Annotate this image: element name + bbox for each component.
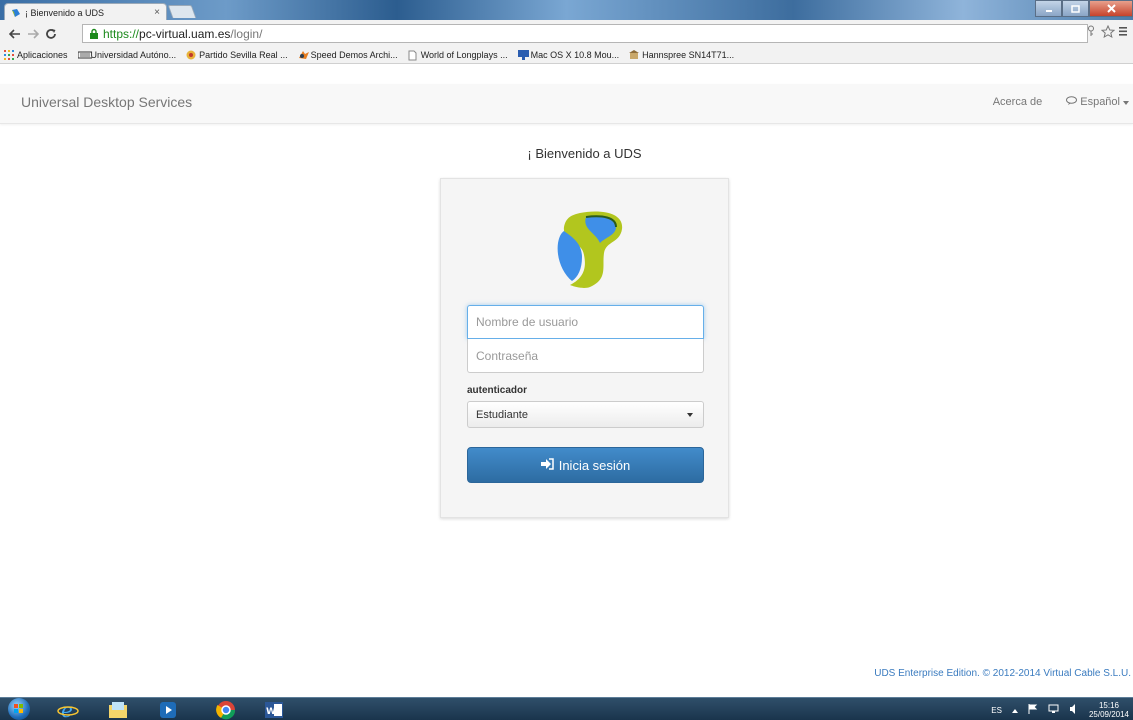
clock-time: 15:16	[1098, 701, 1119, 710]
username-placeholder: Nombre de usuario	[476, 315, 579, 329]
login-label: Inicia sesión	[558, 457, 631, 473]
welcome-heading: ¡ Bienvenido a UDS	[527, 146, 642, 161]
bookmark-label: Partido Sevilla Real ...	[199, 50, 288, 60]
bookmark-label: Speed Demos Archi...	[310, 50, 398, 60]
bookmark-item[interactable]: Aplicaciones	[4, 50, 68, 60]
uds-logo	[542, 207, 630, 291]
language-dropdown[interactable]: Español	[1066, 96, 1129, 108]
site-navbar: Universal Desktop Services Acerca de Esp…	[0, 84, 1133, 124]
system-tray: ES 15:16 25/09/2014	[991, 701, 1129, 719]
tab-title: ¡ Bienvenido a UDS	[25, 7, 105, 18]
action-center-flag-icon[interactable]	[1028, 704, 1038, 716]
apps-grid-icon	[4, 50, 14, 60]
bookmark-item[interactable]: Partido Sevilla Real ...	[186, 50, 288, 60]
system-clock[interactable]: 15:16 25/09/2014	[1089, 701, 1129, 719]
select-caret-icon	[687, 413, 693, 417]
password-placeholder: Contraseña	[476, 348, 539, 363]
clock-date: 25/09/2014	[1088, 710, 1129, 719]
login-button[interactable]: Inicia sesión	[467, 447, 704, 483]
speed-demos-icon	[298, 50, 309, 60]
forward-button[interactable]	[24, 25, 42, 43]
sphere-icon	[186, 50, 196, 60]
file-explorer-icon[interactable]	[98, 699, 138, 720]
monitor-icon	[517, 50, 529, 60]
uds-favicon-icon	[11, 8, 21, 18]
svg-text:W: W	[266, 707, 276, 717]
footer-copyright[interactable]: UDS Enterprise Edition. © 2012-2014 Virt…	[874, 668, 1131, 679]
ie-icon[interactable]: e	[48, 699, 88, 720]
network-icon[interactable]	[1048, 704, 1059, 716]
key-icon[interactable]	[1085, 25, 1097, 41]
minimize-button[interactable]	[1035, 0, 1062, 17]
word-icon[interactable]: W	[254, 699, 294, 720]
comment-icon	[1066, 96, 1078, 108]
address-bar[interactable]: https://pc-virtual.uam.es/login/	[82, 24, 1088, 43]
store-icon	[629, 50, 640, 60]
bookmark-item[interactable]: World of Longplays ...	[408, 50, 508, 61]
volume-icon[interactable]	[1069, 704, 1079, 716]
bookmark-label: Aplicaciones	[17, 50, 68, 60]
bookmark-item[interactable]: Hannspree SN14T71...	[629, 50, 734, 60]
about-link[interactable]: Acerca de	[993, 96, 1043, 108]
navbar-right: Acerca de Español	[993, 96, 1129, 108]
svg-text:e: e	[61, 700, 73, 720]
bookmark-label: Universidad Autóno...	[90, 50, 177, 60]
browser-titlebar: ¡ Bienvenido a UDS ×	[0, 0, 1133, 21]
bookmark-item[interactable]: Mac OS X 10.8 Mou...	[517, 50, 620, 60]
bookmark-item[interactable]: Speed Demos Archi...	[298, 50, 398, 60]
back-button[interactable]	[6, 25, 24, 43]
language-label: Español	[1080, 96, 1120, 108]
chrome-icon[interactable]	[206, 699, 246, 720]
show-hidden-icons-icon[interactable]	[1011, 706, 1018, 715]
lock-icon	[89, 28, 99, 40]
authenticator-value: Estudiante	[476, 408, 528, 421]
window-close-button[interactable]	[1089, 0, 1133, 17]
bookmark-label: Mac OS X 10.8 Mou...	[530, 50, 620, 60]
bookmark-label: Hannspree SN14T71...	[642, 50, 735, 60]
caret-down-icon	[1123, 96, 1129, 108]
page-icon	[408, 50, 418, 61]
browser-toolbar: https://pc-virtual.uam.es/login/	[0, 20, 1133, 47]
maximize-button[interactable]	[1062, 0, 1089, 17]
uam-logo-icon	[77, 50, 93, 60]
browser-tab[interactable]: ¡ Bienvenido a UDS ×	[4, 3, 167, 21]
bookmark-item[interactable]: Universidad Autóno...	[77, 50, 177, 60]
site-brand[interactable]: Universal Desktop Services	[21, 94, 192, 110]
bookmark-label: World of Longplays ...	[420, 50, 508, 60]
input-language[interactable]: ES	[991, 706, 1002, 715]
url-path: /login/	[230, 26, 263, 41]
username-input[interactable]: Nombre de usuario	[467, 305, 704, 339]
tab-close-icon[interactable]: ×	[154, 7, 160, 18]
authenticator-select[interactable]: Estudiante	[467, 401, 704, 428]
authenticator-label: autenticador	[467, 385, 528, 396]
password-input[interactable]: Contraseña	[467, 339, 704, 373]
reload-button[interactable]	[42, 25, 60, 43]
windows-taskbar: e W ES 15:16 25/09/2014	[0, 697, 1133, 720]
url-host: pc-virtual.uam.es	[139, 26, 231, 41]
menu-icon[interactable]	[1119, 25, 1127, 41]
url-protocol: https://	[103, 26, 140, 41]
bookmarks-bar: Aplicaciones Universidad Autóno... Parti…	[0, 47, 1133, 64]
toolbar-right	[1085, 24, 1127, 41]
login-panel: Nombre de usuario Contraseña autenticado…	[440, 178, 729, 518]
media-player-icon[interactable]	[148, 699, 188, 720]
new-tab-button[interactable]	[167, 5, 197, 18]
bookmark-star-icon[interactable]	[1100, 24, 1116, 41]
window-controls	[1035, 0, 1133, 17]
start-button[interactable]	[8, 698, 30, 720]
sign-in-icon	[540, 457, 554, 473]
